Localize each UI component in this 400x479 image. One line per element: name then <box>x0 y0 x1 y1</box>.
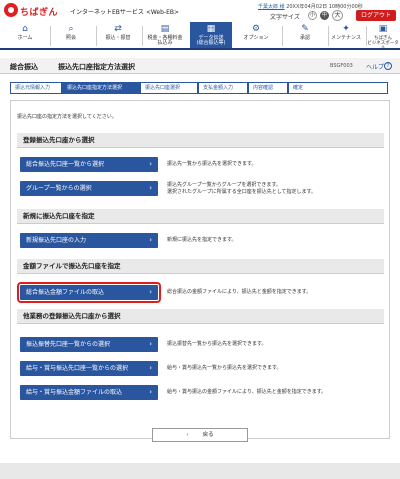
text-size-large-button[interactable]: 大 <box>332 10 343 21</box>
text-size-medium-button[interactable]: 中 <box>320 11 329 20</box>
approve-icon: ✎ <box>301 24 309 34</box>
user-info: 千葉太郎 様 20XX年04月02日 10時00分00秒 <box>258 3 363 10</box>
page-title: 振込先口座指定方法選択 <box>58 63 135 71</box>
nav-portal[interactable]: ▣ ちばぎん ビジネスポータル <box>366 22 400 52</box>
chevron-right-icon: › <box>149 388 152 396</box>
nav-transfer[interactable]: ⇄ 振込・振替 <box>98 22 138 48</box>
step-3: 振込先口座選択 <box>140 82 198 94</box>
page-title-main: 総合振込 <box>10 63 38 71</box>
nav-tax-payment[interactable]: ▤ 税金・各種料金 払込み <box>144 22 186 48</box>
home-icon: ⌂ <box>22 24 28 34</box>
import-salary-amount-file-button[interactable]: 給与・賞与振込金額ファイルの取込 › <box>20 385 158 400</box>
portal-icon: ▣ <box>378 24 388 34</box>
step-5: 内容確認 <box>248 82 288 94</box>
data-transfer-icon: ▦ <box>206 24 216 34</box>
step-1: 振込元情報入力 <box>10 82 62 94</box>
description: 給与・賞与振込先一覧から振込先を選択できます。 <box>167 365 282 371</box>
section-heading-amount-file: 金額ファイルで振込先口座を指定 <box>17 259 384 274</box>
select-from-group-list-button[interactable]: グループ一覧からの選択 › <box>20 181 158 196</box>
chevron-right-icon: › <box>149 160 152 168</box>
main-panel: 振込先口座の指定方法を選択してください。 登録振込先口座から選択 総合振込先口座… <box>10 100 390 439</box>
select-from-salary-list-button[interactable]: 給与・賞与振込先口座一覧からの選択 › <box>20 361 158 376</box>
instruction-text: 振込先口座の指定方法を選択してください。 <box>17 114 117 120</box>
logout-button[interactable]: ログアウト <box>356 10 396 21</box>
section-heading-new: 新規に振込先口座を指定 <box>17 209 384 224</box>
chevron-right-icon: › <box>149 288 152 296</box>
description: 給与・賞与振込の金額ファイルにより、振込先と金額を指定できます。 <box>167 389 327 395</box>
import-amount-file-button[interactable]: 総合振込金額ファイルの取込 › <box>17 282 161 303</box>
gear-icon: ⚙ <box>251 24 261 34</box>
top-bar: ちばぎん インターネットEBサービス <Web-EB> 千葉太郎 様 20XX年… <box>0 0 400 22</box>
step-2-current: 振込先口座指定方法選択 <box>62 82 140 94</box>
chevron-right-icon: › <box>149 184 152 192</box>
receipt-icon: ▤ <box>160 24 170 34</box>
page-title-bar: 総合振込 振込先口座指定方法選択 BSGF003 ヘルプ ? <box>0 58 400 74</box>
text-size-label: 文字サイズ <box>270 14 300 21</box>
service-name: インターネットEBサービス <Web-EB> <box>70 9 180 16</box>
logo-text: ちばぎん <box>20 8 59 18</box>
nav-inquiry[interactable]: ⌕ 照会 <box>54 22 88 48</box>
description: 振込先一覧から振込先を選択できます。 <box>167 161 257 167</box>
footer <box>0 463 400 479</box>
select-from-furikomi-list-button[interactable]: 振込振替先口座一覧からの選択 › <box>20 337 158 352</box>
section-heading-registered: 登録振込先口座から選択 <box>17 133 384 148</box>
text-size-small-button[interactable]: 小 <box>308 11 317 20</box>
nav-approve[interactable]: ✎ 承認 <box>288 22 322 48</box>
nav-option[interactable]: ⚙ オプション <box>236 22 276 48</box>
chevron-left-icon: ‹ <box>186 432 189 438</box>
nav-maintenance[interactable]: ✦ メンテナンス <box>328 22 364 48</box>
screen-code: BSGF003 <box>330 63 353 69</box>
chevron-right-icon: › <box>149 340 152 348</box>
new-account-input-button[interactable]: 新規振込先口座の入力 › <box>20 233 158 248</box>
step-4: 支払金額入力 <box>198 82 248 94</box>
description: 総合振込の金額ファイルにより、振込先と金額を指定できます。 <box>167 289 312 295</box>
chevron-right-icon: › <box>149 364 152 372</box>
step-6: 確定 <box>288 82 388 94</box>
progress-steps: 振込元情報入力 振込先口座指定方法選択 振込先口座選択 支払金額入力 内容確認 … <box>10 82 388 94</box>
magnifier-icon: ⌕ <box>68 24 74 34</box>
nav-home[interactable]: ⌂ ホーム <box>8 22 42 48</box>
description: 新規に振込先を指定できます。 <box>167 237 237 243</box>
login-time: 20XX年04月02日 10時00分00秒 <box>286 4 363 10</box>
description: 振込振替先一覧から振込先を選択できます。 <box>167 341 267 347</box>
user-name[interactable]: 千葉太郎 様 <box>258 4 285 10</box>
global-nav: ⌂ ホーム ⌕ 照会 ⇄ 振込・振替 ▤ 税金・各種料金 払込み ▦ データ伝送… <box>0 22 400 52</box>
section-heading-other-business: 他業務の登録振込先口座から選択 <box>17 309 384 324</box>
transfer-icon: ⇄ <box>114 24 122 34</box>
select-from-transfer-list-button[interactable]: 総合振込先口座一覧から選択 › <box>20 157 158 172</box>
back-button[interactable]: ‹ 戻る <box>152 428 248 442</box>
help-link[interactable]: ヘルプ <box>366 62 384 71</box>
description: 振込先グループ一覧からグループを選択できます。 選択されたグループに所属する全口… <box>167 182 317 195</box>
chevron-right-icon: › <box>149 236 152 244</box>
wrench-icon: ✦ <box>342 24 350 34</box>
chibagin-logo-icon <box>4 3 18 17</box>
help-question-icon[interactable]: ? <box>384 62 392 70</box>
nav-data-transfer[interactable]: ▦ データ伝送 (総合振込等) <box>190 22 232 48</box>
